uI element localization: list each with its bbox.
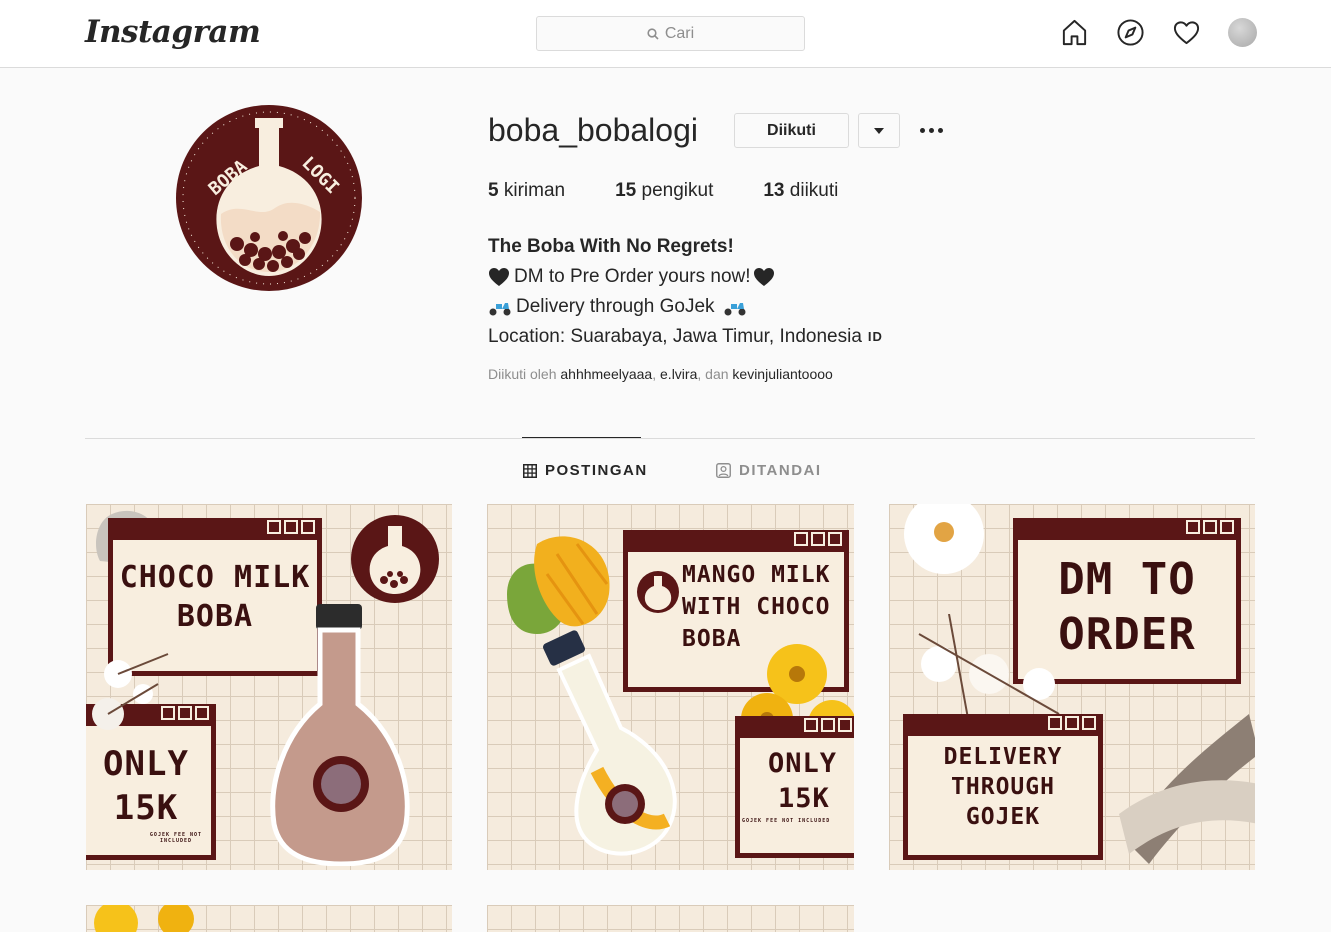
bio-line-delivery: Delivery through GoJek (488, 292, 883, 322)
caret-down-icon (874, 127, 884, 134)
home-icon[interactable] (1060, 18, 1089, 47)
makeup-swatch-image (1119, 714, 1255, 864)
stat-followers[interactable]: 15 pengikut (615, 180, 713, 202)
profile-avatar[interactable] (1228, 18, 1257, 47)
scooter-icon (724, 303, 746, 316)
follower-link[interactable]: e.lvira (660, 366, 697, 382)
grid-icon (523, 463, 537, 478)
post-thumbnail[interactable]: CHOCO MILK BOBA ONLY 15K GOJEK FEE NOT I… (86, 504, 452, 870)
following-button[interactable]: Diikuti (734, 113, 849, 148)
tab-tagged[interactable]: DITANDAI (716, 462, 822, 479)
active-tab-indicator (522, 437, 641, 438)
more-options-button[interactable] (915, 118, 947, 142)
followed-by[interactable]: Diikuti oleh ahhhmeelyaaa, e.lvira, dan … (488, 366, 833, 382)
search-input[interactable]: Cari (536, 16, 805, 51)
post-thumbnail[interactable] (86, 905, 452, 932)
activity-heart-icon[interactable] (1172, 18, 1201, 47)
delivery-window: DELIVERY THROUGH GOJEK (903, 714, 1103, 860)
scooter-icon (489, 303, 511, 316)
post-thumbnail[interactable] (487, 905, 854, 932)
profile-username: boba_bobalogi (488, 112, 698, 148)
post-thumbnail[interactable]: DM TO ORDER DELIVERY THROUGH GOJEK (889, 504, 1255, 870)
mango-milk-bottle-image (543, 630, 677, 856)
post-thumbnail[interactable]: MANGO MILK WITH CHOCO BOBA ONLY 15K GOJE… (487, 504, 854, 870)
black-heart-icon (489, 268, 509, 286)
mango-price-window: ONLY 15K GOJEK FEE NOT INCLUDED (735, 716, 854, 858)
flag-id: ID (867, 329, 883, 344)
bio-line-location: Location: Suarabaya, Jawa Timur, Indones… (488, 322, 883, 352)
search-icon (647, 27, 659, 40)
suggestions-dropdown-button[interactable] (858, 113, 900, 148)
nav-icons (1060, 18, 1257, 47)
search-placeholder: Cari (664, 24, 695, 42)
dot (937, 127, 943, 133)
dot (928, 127, 934, 133)
tab-posts[interactable]: POSTINGAN (523, 462, 648, 479)
profile-bio: The Boba With No Regrets! DM to Pre Orde… (488, 232, 883, 352)
choco-milk-bottle-image (270, 604, 410, 866)
profile-picture[interactable]: BOBA LOGI (175, 104, 363, 292)
dot (919, 127, 925, 133)
bio-line-dm: DM to Pre Order yours now! (488, 262, 883, 292)
mango-image (507, 536, 610, 634)
boba-logo-small (637, 571, 679, 613)
tabs-divider (85, 438, 1255, 439)
stat-posts: 5 kiriman (488, 180, 566, 201)
bio-name: The Boba With No Regrets! (488, 236, 734, 257)
stat-following[interactable]: 13 diikuti (763, 180, 838, 202)
explore-compass-icon[interactable] (1116, 18, 1145, 47)
boba-logo-sticker (351, 515, 439, 603)
follower-link[interactable]: ahhhmeelyaaa (560, 366, 652, 382)
white-flower-image (904, 504, 984, 574)
follower-link[interactable]: kevinjuliantoooo (732, 366, 832, 382)
top-navigation-bar: Instagram Cari (0, 0, 1331, 68)
yellow-flowers-image (94, 905, 194, 932)
white-flowers-image (92, 653, 169, 730)
profile-stats: 5 kiriman 15 pengikut 13 diikuti (488, 180, 838, 202)
black-heart-icon (753, 268, 774, 286)
instagram-logo[interactable]: Instagram (85, 14, 261, 50)
tagged-person-icon (716, 463, 731, 478)
